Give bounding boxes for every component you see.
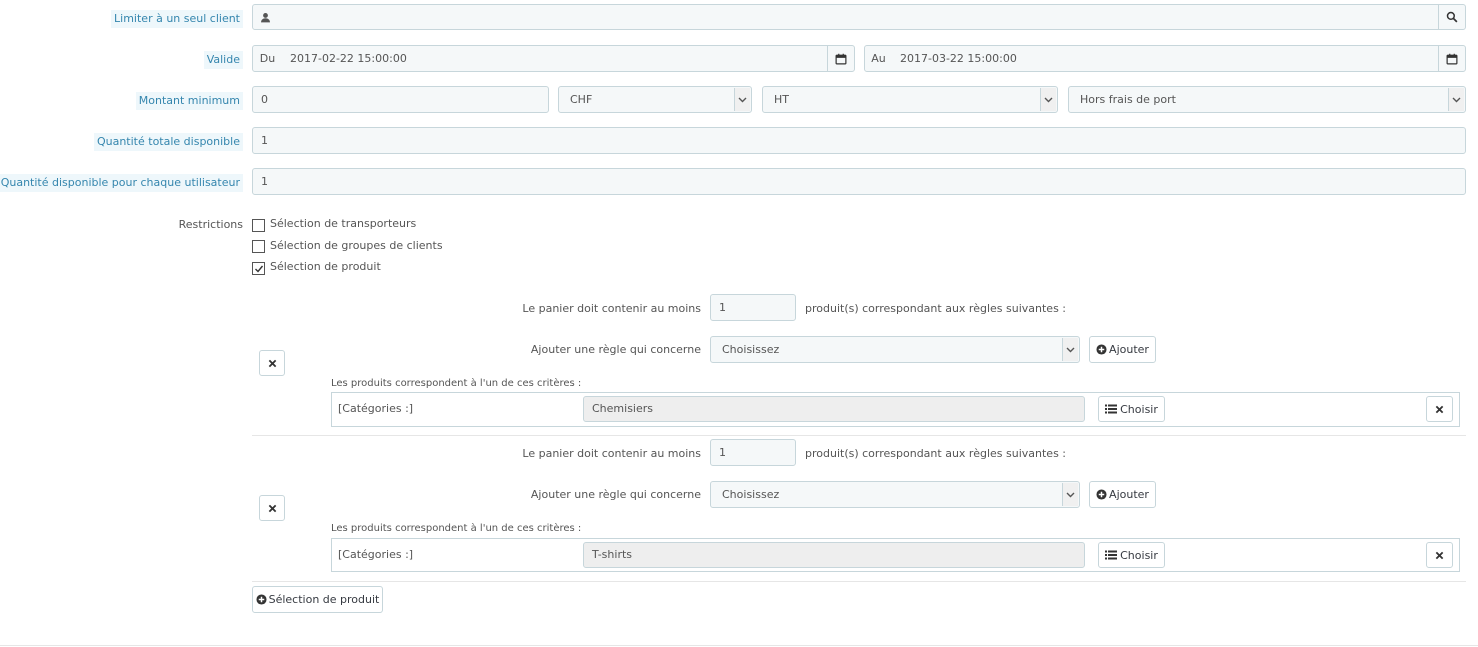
min-amount-value: 0 bbox=[261, 93, 268, 106]
rule1-min-prefix: Le panier doit contenir au moins bbox=[522, 302, 701, 315]
calendar-icon bbox=[1446, 53, 1458, 64]
rule2-min-qty-value: 1 bbox=[719, 446, 726, 459]
check-icon bbox=[254, 265, 263, 273]
rule1-rule-type-value: Choisissez bbox=[722, 343, 780, 356]
search-button[interactable] bbox=[1438, 4, 1466, 30]
close-icon bbox=[1435, 405, 1444, 413]
tax-value: HT bbox=[774, 93, 789, 106]
plus-circle-icon bbox=[1096, 344, 1107, 355]
add-product-selection-label: Sélection de produit bbox=[268, 593, 380, 606]
user-icon-addon bbox=[252, 4, 279, 30]
rule2-add-rule-label: Ajouter une règle qui concerne bbox=[530, 488, 701, 501]
chevron-down-icon bbox=[1062, 483, 1078, 506]
rule1-min-suffix: produit(s) correspondant aux règles suiv… bbox=[805, 302, 1066, 315]
min-amount-label: Montant minimum bbox=[135, 92, 243, 110]
rule1-rule-value: Chemisiers bbox=[592, 402, 653, 415]
rule1-add-rule-label: Ajouter une règle qui concerne bbox=[530, 343, 701, 356]
rule1-add-button-label: Ajouter bbox=[1109, 343, 1149, 356]
currency-value: CHF bbox=[570, 93, 593, 106]
rule2-min-prefix: Le panier doit contenir au moins bbox=[522, 447, 701, 460]
list-icon bbox=[1105, 550, 1118, 560]
rule2-add-button[interactable]: Ajouter bbox=[1089, 481, 1156, 508]
rule1-rule-type-select[interactable]: Choisissez bbox=[710, 336, 1080, 363]
rule2-rule-type-value: Choisissez bbox=[722, 488, 780, 501]
tax-select[interactable]: HT bbox=[762, 86, 1058, 113]
rule2-criteria-caption: Les produits correspondent à l'un de ces… bbox=[331, 523, 582, 534]
date-to-calendar[interactable] bbox=[1438, 45, 1466, 72]
rule1-rule-type: [Catégories :] bbox=[338, 402, 414, 415]
chevron-down-icon bbox=[1040, 88, 1056, 111]
rule1-choose-button-label: Choisir bbox=[1120, 402, 1158, 416]
footer-divider bbox=[0, 645, 1478, 646]
rule2-remove-group-button[interactable] bbox=[259, 495, 285, 521]
restrictions-label: Restrictions bbox=[178, 218, 243, 231]
rule2-min-suffix: produit(s) correspondant aux règles suiv… bbox=[805, 447, 1066, 460]
close-icon bbox=[268, 359, 276, 367]
close-icon bbox=[1435, 551, 1444, 559]
rule2-remove-rule-button[interactable] bbox=[1426, 542, 1453, 568]
rule1-criteria-caption: Les produits correspondent à l'un de ces… bbox=[331, 378, 582, 389]
user-icon bbox=[261, 12, 270, 22]
rule2-choose-button-label: Choisir bbox=[1120, 548, 1158, 562]
group-restriction-checkbox[interactable] bbox=[252, 240, 265, 253]
plus-circle-icon bbox=[1096, 489, 1107, 500]
rule2-rule-type-select[interactable]: Choisissez bbox=[710, 481, 1080, 508]
user-qty-input[interactable]: 1 bbox=[252, 168, 1466, 195]
user-qty-value: 1 bbox=[261, 175, 268, 188]
rule2-min-qty-input[interactable]: 1 bbox=[710, 439, 796, 466]
date-from-input[interactable]: 2017-02-22 15:00:00 bbox=[282, 45, 828, 72]
rule2-choose-button[interactable]: Choisir bbox=[1098, 542, 1165, 568]
date-to-input[interactable]: 2017-03-22 15:00:00 bbox=[892, 45, 1439, 72]
rule1-remove-rule-button[interactable] bbox=[1426, 396, 1453, 422]
total-qty-value: 1 bbox=[261, 134, 268, 147]
currency-select[interactable]: CHF bbox=[558, 86, 752, 113]
user-qty-label: Quantité disponible pour chaque utilisat… bbox=[0, 174, 243, 192]
chevron-down-icon bbox=[1448, 88, 1464, 111]
chevron-down-icon bbox=[734, 88, 750, 111]
chevron-down-icon bbox=[1062, 338, 1078, 361]
add-product-selection-button[interactable]: Sélection de produit bbox=[252, 586, 383, 613]
shipping-value: Hors frais de port bbox=[1080, 93, 1176, 106]
client-search-input[interactable] bbox=[278, 4, 1438, 30]
client-search-value bbox=[278, 11, 286, 24]
rule-group-divider bbox=[252, 435, 1466, 436]
search-icon bbox=[1446, 11, 1458, 23]
carrier-restriction-label: Sélection de transporteurs bbox=[270, 217, 417, 230]
from-prefix: Du bbox=[252, 45, 283, 72]
rule2-rule-value: T-shirts bbox=[592, 548, 633, 561]
rule1-remove-group-button[interactable] bbox=[259, 350, 285, 376]
client-label: Limiter à un seul client bbox=[111, 10, 243, 28]
date-from-value: 2017-02-22 15:00:00 bbox=[290, 52, 407, 65]
rule1-choose-button[interactable]: Choisir bbox=[1098, 396, 1165, 422]
date-to-value: 2017-03-22 15:00:00 bbox=[900, 52, 1017, 65]
product-restriction-label: Sélection de produit bbox=[270, 260, 381, 273]
plus-circle-icon bbox=[256, 594, 267, 605]
rule1-add-button[interactable]: Ajouter bbox=[1089, 336, 1156, 363]
rule1-min-qty-input[interactable]: 1 bbox=[710, 294, 796, 321]
rule1-rule-value-field: Chemisiers bbox=[583, 396, 1085, 422]
date-from-calendar[interactable] bbox=[827, 45, 855, 72]
carrier-restriction-checkbox[interactable] bbox=[252, 219, 265, 232]
min-amount-input[interactable]: 0 bbox=[252, 86, 549, 113]
to-prefix: Au bbox=[864, 45, 893, 72]
rule1-min-qty-value: 1 bbox=[719, 301, 726, 314]
to-prefix-text: Au bbox=[871, 52, 886, 65]
total-qty-label: Quantité totale disponible bbox=[93, 133, 243, 151]
rule2-rule-type: [Catégories :] bbox=[338, 548, 414, 561]
from-prefix-text: Du bbox=[259, 52, 276, 65]
valid-label: Valide bbox=[203, 51, 243, 69]
close-icon bbox=[268, 504, 276, 512]
rule-group-divider bbox=[252, 581, 1466, 582]
list-icon bbox=[1105, 404, 1118, 414]
group-restriction-label: Sélection de groupes de clients bbox=[270, 239, 443, 252]
rule2-add-button-label: Ajouter bbox=[1109, 488, 1149, 501]
rule2-rule-value-field: T-shirts bbox=[583, 542, 1085, 568]
shipping-select[interactable]: Hors frais de port bbox=[1068, 86, 1466, 113]
product-restriction-checkbox[interactable] bbox=[252, 262, 265, 275]
calendar-icon bbox=[835, 53, 847, 64]
total-qty-input[interactable]: 1 bbox=[252, 127, 1466, 154]
